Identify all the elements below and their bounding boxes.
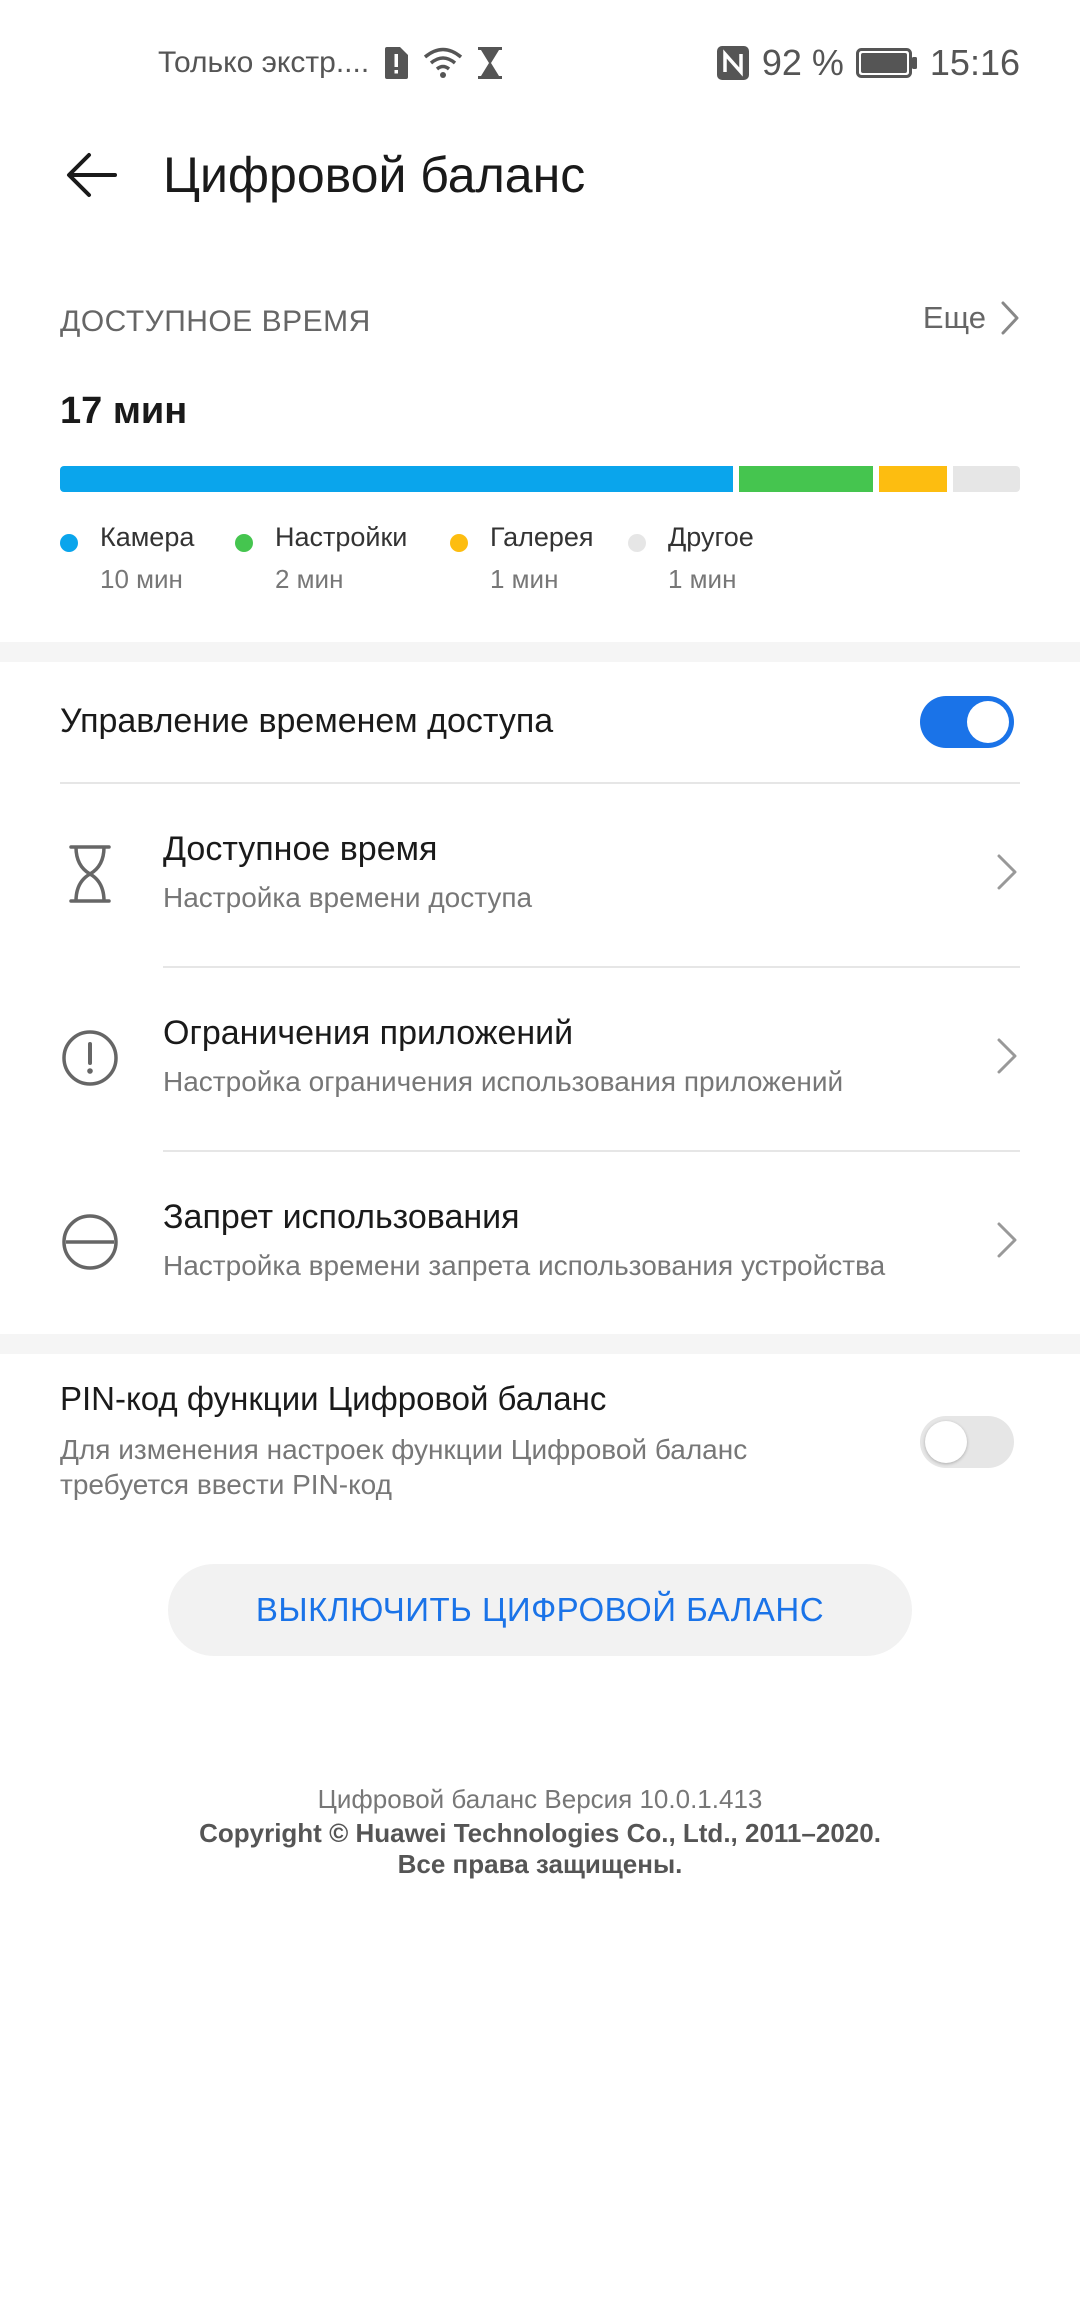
usage-section-label: ДОСТУПНОЕ ВРЕМЯ (60, 305, 371, 338)
legend-dot (450, 534, 468, 552)
alert-circle-icon (60, 1028, 120, 1088)
usage-bar (60, 466, 1020, 492)
usage-segment-2 (879, 466, 947, 492)
menu-subtitle: Настройка времени запрета использования … (163, 1250, 886, 1281)
rights-text: Все права защищены. (397, 1849, 683, 1879)
usage-more-link[interactable]: Еще (923, 300, 1020, 336)
usage-segment-0 (60, 466, 733, 492)
menu-item-downtime[interactable]: Запрет использования Настройка времени з… (0, 1150, 1080, 1334)
copyright-text: Copyright © Huawei Technologies Co., Ltd… (199, 1818, 881, 1848)
legend-app-name: Галерея (490, 522, 594, 552)
menu-title: Доступное время (163, 830, 438, 868)
app-header: Цифровой баланс (0, 125, 1080, 225)
hourglass-icon (477, 46, 503, 80)
menu-title: Ограничения приложений (163, 1014, 574, 1052)
legend-dot (235, 534, 253, 552)
status-bar: Только экстр.... 92 % 15:16 (0, 0, 1080, 125)
usage-segment-1 (738, 466, 874, 492)
usage-segment-3 (952, 466, 1020, 492)
menu-subtitle: Настройка времени доступа (163, 882, 533, 913)
chevron-right-icon (997, 1222, 1017, 1258)
chevron-right-icon (997, 1038, 1017, 1074)
chevron-right-icon (1001, 301, 1019, 335)
battery-percent: 92 % (761, 42, 844, 83)
clock: 15:16 (929, 42, 1020, 83)
section-divider (0, 642, 1080, 662)
status-right: 92 % 15:16 (716, 38, 1020, 88)
menu-title: Запрет использования (163, 1198, 520, 1236)
carrier-text: Только экстр.... (158, 46, 370, 79)
footer: Цифровой баланс Версия 10.0.1.413 Copyri… (0, 1780, 1080, 1880)
section-divider (0, 1334, 1080, 1354)
legend-dot (60, 534, 78, 552)
nfc-icon (716, 45, 750, 81)
legend-dot (628, 534, 646, 552)
usage-more-label: Еще (922, 300, 986, 335)
chevron-right-icon (997, 854, 1017, 890)
version-text: Цифровой баланс Версия 10.0.1.413 (317, 1784, 763, 1814)
menu-subtitle: Настройка ограничения использования прил… (163, 1066, 844, 1097)
legend-app-name: Другое (668, 522, 754, 552)
back-button[interactable] (56, 145, 126, 205)
access-control-toggle[interactable] (920, 696, 1014, 748)
usage-total: 17 мин (60, 390, 188, 432)
access-control-row[interactable]: Управление временем доступа (60, 660, 1020, 782)
legend-app-name: Настройки (275, 522, 408, 552)
legend-app-time: 2 мин (275, 564, 344, 594)
arrow-left-icon (67, 153, 117, 197)
minus-circle-icon (60, 1212, 120, 1272)
legend-app-time: 10 мин (100, 564, 183, 594)
legend-app-time: 1 мин (490, 564, 559, 594)
wifi-icon (423, 47, 463, 79)
disable-digital-balance-button[interactable]: ВЫКЛЮЧИТЬ ЦИФРОВОЙ БАЛАНС (168, 1564, 912, 1656)
hourglass-icon (60, 844, 120, 904)
status-left: Только экстр.... (158, 38, 503, 88)
page-title: Цифровой баланс (163, 147, 586, 203)
legend-app-name: Камера (100, 522, 195, 552)
toggle-knob (967, 701, 1009, 743)
menu-item-available-time[interactable]: Доступное время Настройка времени доступ… (0, 782, 1080, 966)
pin-row[interactable]: PIN-код функции Цифровой баланс Для изме… (60, 1372, 1020, 1512)
toggle-knob (925, 1421, 967, 1463)
sim-alert-icon (383, 46, 409, 80)
pin-toggle[interactable] (920, 1416, 1014, 1468)
battery-icon (855, 48, 918, 78)
usage-legend: Камера 10 мин Настройки 2 мин Галерея 1 мин Др… (60, 522, 1020, 612)
pin-title: PIN-код функции Цифровой баланс (60, 1380, 607, 1417)
menu-item-app-limits[interactable]: Ограничения приложений Настройка огранич… (0, 966, 1080, 1150)
legend-app-time: 1 мин (668, 564, 737, 594)
access-control-label: Управление временем доступа (60, 702, 554, 740)
pin-subtitle: Для изменения настроек функции Цифровой … (60, 1434, 748, 1500)
